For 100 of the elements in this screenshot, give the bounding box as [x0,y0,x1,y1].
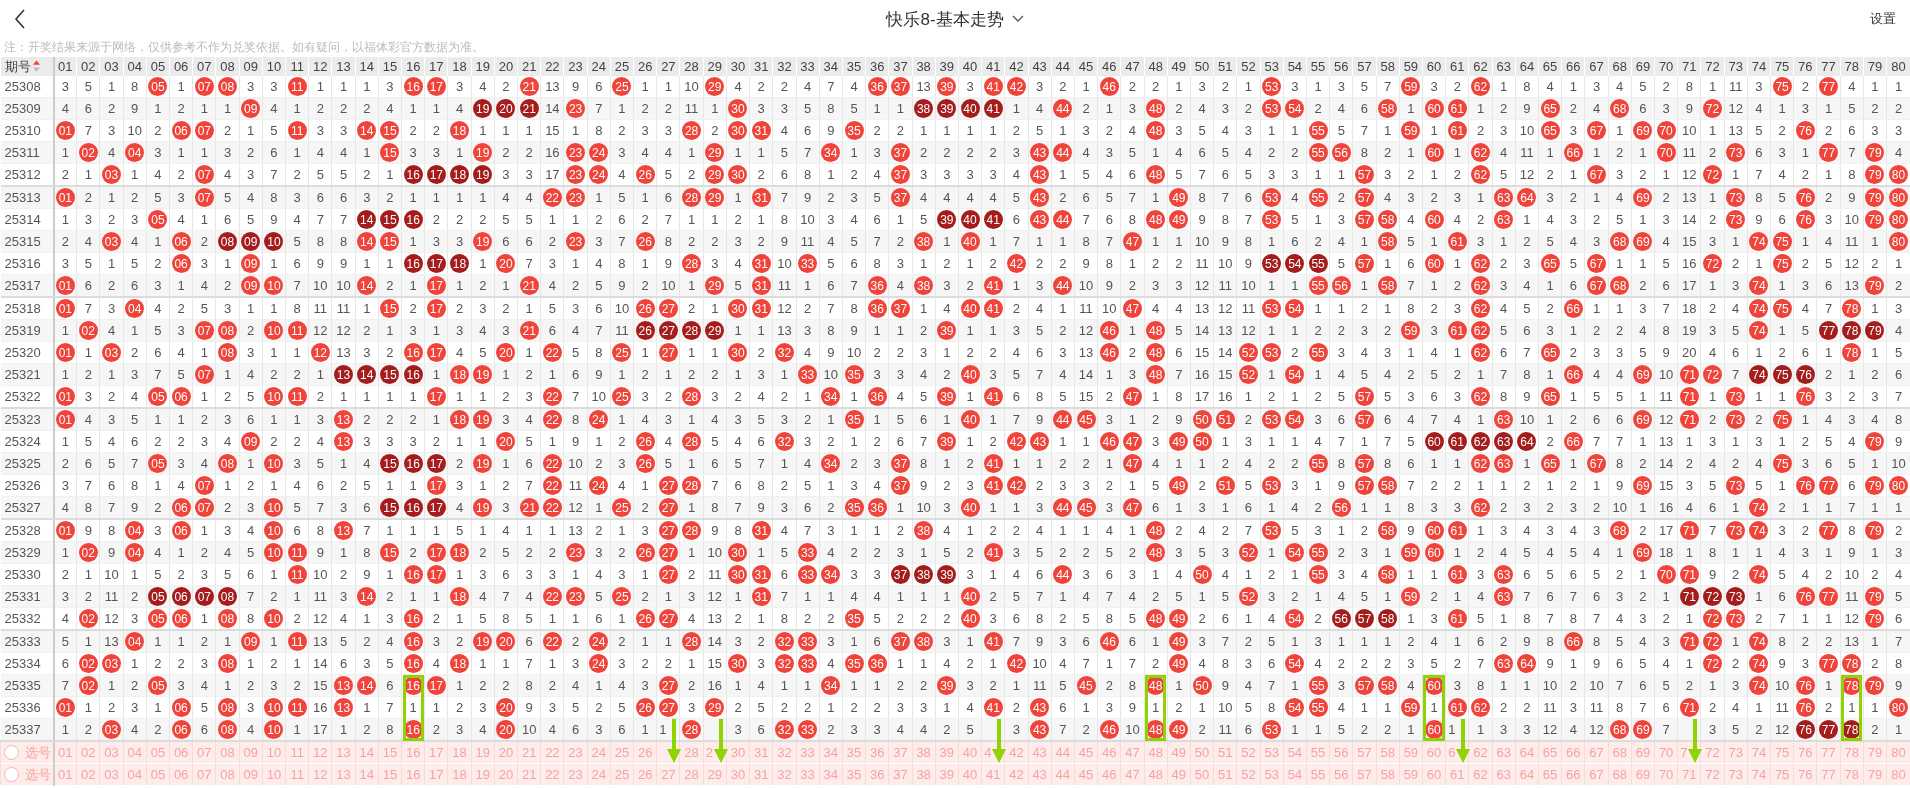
pick-number[interactable]: 09 [239,763,263,786]
pick-number[interactable]: 31 [749,763,773,786]
pick-number[interactable]: 07 [192,741,216,764]
pick-number[interactable]: 47 [1120,763,1145,786]
pick-number[interactable]: 50 [1190,741,1214,764]
pick-number[interactable]: 78 [1840,741,1864,764]
pick-number[interactable]: 49 [1167,741,1191,764]
pick-number[interactable]: 45 [1074,763,1098,786]
pick-number[interactable]: 59 [1399,763,1423,786]
pick-number[interactable]: 26 [633,763,657,786]
pick-number[interactable]: 02 [76,763,100,786]
pick-number[interactable]: 09 [239,741,263,764]
pick-number[interactable]: 51 [1213,763,1237,786]
pick-number[interactable]: 41 [981,763,1005,786]
pick-number[interactable]: 80 [1886,763,1910,786]
pick-number[interactable]: 71 [1677,763,1701,786]
pick-number[interactable]: 57 [1352,741,1377,764]
pick-number[interactable]: 48 [1144,763,1168,786]
pick-number[interactable]: 48 [1144,741,1168,764]
pick-number[interactable]: 80 [1886,741,1910,764]
pick-number[interactable]: 58 [1376,763,1400,786]
pick-number[interactable]: 39 [935,741,959,764]
pick-number[interactable]: 56 [1329,741,1353,764]
pick-number[interactable]: 18 [447,741,472,764]
pick-number[interactable]: 20 [494,741,518,764]
pick-number[interactable]: 21 [517,741,541,764]
pick-number[interactable]: 06 [169,763,193,786]
radio-button[interactable] [4,745,19,760]
pick-number[interactable]: 04 [123,741,147,764]
pick-number[interactable]: 37 [888,763,912,786]
pick-number[interactable]: 02 [76,741,100,764]
pick-number[interactable]: 16 [401,741,425,764]
pick-number[interactable]: 10 [262,763,286,786]
pick-number[interactable]: 43 [1028,763,1052,786]
settings-button[interactable]: 设置 [1870,8,1896,30]
radio-button[interactable] [4,767,19,782]
pick-number[interactable]: 26 [633,741,657,764]
pick-number[interactable]: 49 [1167,763,1191,786]
pick-number[interactable]: 68 [1608,741,1632,764]
pick-number[interactable]: 46 [1097,741,1121,764]
pick-number[interactable]: 72 [1700,763,1725,786]
pick-number[interactable]: 12 [308,763,332,786]
pick-number[interactable]: 69 [1631,763,1655,786]
pick-number[interactable]: 54 [1283,763,1307,786]
pick-number[interactable]: 67 [1584,763,1609,786]
pick-number[interactable]: 08 [215,763,240,786]
pick-number[interactable]: 17 [424,763,448,786]
pick-number[interactable]: 47 [1120,741,1145,764]
pick-number[interactable]: 11 [285,763,309,786]
pick-number[interactable]: 78 [1840,763,1864,786]
pick-number[interactable]: 55 [1306,763,1330,786]
pick-number[interactable]: 38 [912,763,936,786]
pick-number[interactable]: 59 [1399,741,1423,764]
pick-number[interactable]: 14 [355,763,379,786]
pick-number[interactable]: 52 [1236,741,1261,764]
pick-number[interactable]: 43 [1028,741,1052,764]
pick-number[interactable]: 60 [1422,763,1446,786]
title-dropdown[interactable]: 快乐8-基本走势 [886,7,1024,31]
pick-number[interactable]: 74 [1747,741,1771,764]
pick-number[interactable]: 21 [517,763,541,786]
pick-number[interactable]: 75 [1770,741,1794,764]
pick-number[interactable]: 13 [331,763,356,786]
pick-number[interactable]: 24 [587,741,611,764]
pick-number[interactable]: 07 [192,763,216,786]
pick-number[interactable]: 23 [563,763,588,786]
pick-number[interactable]: 55 [1306,741,1330,764]
back-icon[interactable] [14,9,26,29]
pick-number[interactable]: 70 [1654,741,1678,764]
pick-number[interactable]: 67 [1584,741,1609,764]
pick-number[interactable]: 12 [308,741,332,764]
pick-number[interactable]: 61 [1445,763,1469,786]
pick-number[interactable]: 17 [424,741,448,764]
pick-number[interactable]: 15 [378,741,402,764]
pick-number[interactable]: 20 [494,763,518,786]
pick-number[interactable]: 05 [146,763,170,786]
pick-number[interactable]: 76 [1793,763,1817,786]
pick-number[interactable]: 68 [1608,763,1632,786]
pick-number[interactable]: 42 [1004,763,1029,786]
pick-number[interactable]: 16 [401,763,425,786]
pick-number[interactable]: 08 [215,741,240,764]
pick-number[interactable]: 51 [1213,741,1237,764]
pick-number[interactable]: 04 [123,763,147,786]
pick-number[interactable]: 03 [99,763,124,786]
pick-number[interactable]: 14 [355,741,379,764]
pick-number[interactable]: 77 [1816,763,1841,786]
pick-number[interactable]: 11 [285,741,309,764]
pick-number[interactable]: 22 [540,741,564,764]
pick-number[interactable]: 19 [471,741,495,764]
pick-number[interactable]: 64 [1515,741,1539,764]
pick-number[interactable]: 33 [796,763,820,786]
pick-number[interactable]: 25 [610,763,634,786]
pick-number[interactable]: 53 [1260,741,1284,764]
pick-number[interactable]: 22 [540,763,564,786]
pick-number[interactable]: 77 [1816,741,1841,764]
pick-number[interactable]: 15 [378,763,402,786]
pick-number[interactable]: 65 [1538,741,1562,764]
pick-number[interactable]: 73 [1724,763,1748,786]
pick-number[interactable]: 50 [1190,763,1214,786]
sort-icon[interactable] [33,60,40,73]
pick-number[interactable]: 39 [935,763,959,786]
